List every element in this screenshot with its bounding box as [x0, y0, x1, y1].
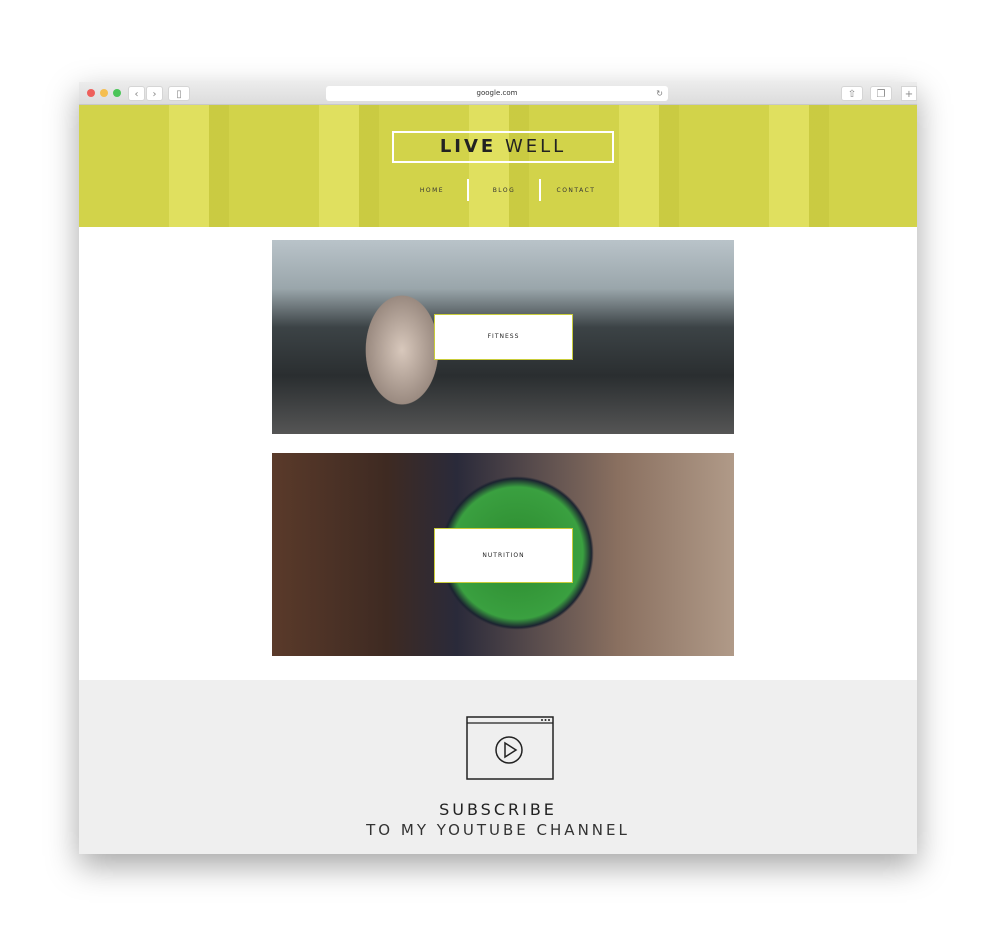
subscribe-subtitle[interactable]: TO MY YOUTUBE CHANNEL: [79, 821, 917, 839]
close-window-button[interactable]: [87, 89, 95, 97]
nav-home[interactable]: HOME: [397, 187, 467, 194]
nutrition-card[interactable]: NUTRITION: [272, 453, 734, 656]
maximize-window-button[interactable]: [113, 89, 121, 97]
url-text: google.com: [476, 89, 518, 97]
subscribe-title[interactable]: SUBSCRIBE: [79, 800, 917, 819]
reload-icon[interactable]: ↻: [656, 86, 663, 101]
main-nav: HOME BLOG CONTACT: [397, 179, 611, 201]
forward-button[interactable]: ›: [146, 86, 163, 101]
browser-toolbar: ‹ › ▯ google.com ↻ ⇧ ❐ +: [79, 82, 917, 105]
site-logo[interactable]: LIVE WELL: [392, 131, 614, 163]
logo-bold: LIVE: [439, 136, 497, 157]
address-bar[interactable]: google.com ↻: [326, 86, 668, 101]
share-icon[interactable]: ⇧: [841, 86, 863, 101]
back-button[interactable]: ‹: [128, 86, 145, 101]
fitness-label[interactable]: FITNESS: [434, 314, 573, 360]
site-header: LIVE WELL HOME BLOG CONTACT: [79, 105, 917, 227]
tabs-icon[interactable]: ❐: [870, 86, 892, 101]
logo-light: WELL: [504, 136, 567, 157]
new-tab-button[interactable]: +: [901, 86, 917, 101]
nutrition-label[interactable]: NUTRITION: [434, 528, 573, 583]
browser-window: ‹ › ▯ google.com ↻ ⇧ ❐ + LIVE WELL HOME B…: [79, 82, 917, 854]
fitness-card[interactable]: FITNESS: [272, 240, 734, 434]
sidebar-toggle-icon[interactable]: ▯: [168, 86, 190, 101]
nav-blog[interactable]: BLOG: [469, 187, 539, 194]
subscribe-section: SUBSCRIBE TO MY YOUTUBE CHANNEL: [79, 680, 917, 854]
nav-contact[interactable]: CONTACT: [541, 187, 611, 194]
minimize-window-button[interactable]: [100, 89, 108, 97]
video-play-icon[interactable]: [466, 716, 556, 782]
